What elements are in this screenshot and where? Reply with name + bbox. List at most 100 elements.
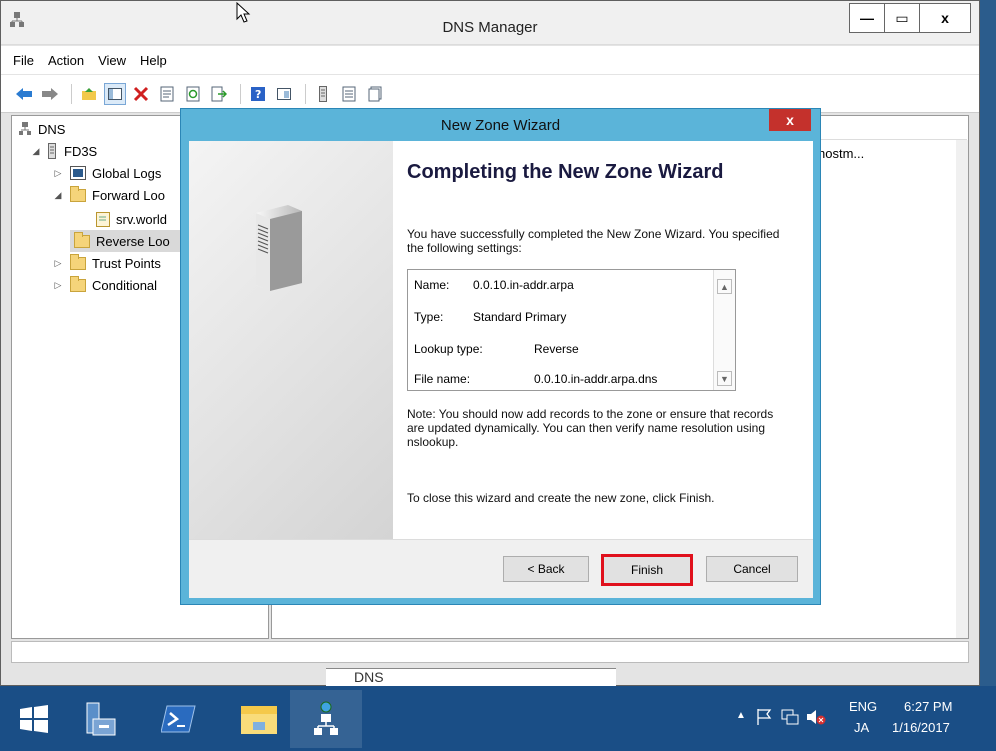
setting-label: File name: <box>414 372 471 386</box>
wizard-side-panel <box>189 141 393 539</box>
tree-item-dns[interactable]: DNS <box>18 118 65 140</box>
setting-value: 0.0.10.in-addr.arpa.dns <box>534 372 658 386</box>
server-icon[interactable] <box>312 83 334 105</box>
language-indicator[interactable]: ENG <box>849 699 877 714</box>
vertical-scrollbar[interactable] <box>956 140 968 638</box>
collapse-arrow-icon[interactable]: ◢ <box>30 146 42 157</box>
server-illustration-icon <box>256 205 302 291</box>
help-icon[interactable]: ? <box>247 83 269 105</box>
status-bar <box>11 641 969 663</box>
background-window-fragment: DNS <box>326 668 616 686</box>
title-bar[interactable]: DNS Manager — ▭ x <box>1 1 979 45</box>
system-tray: ▲ ENG JA 6:27 PM 1/16/2017 <box>726 686 996 751</box>
tree-label: Global Logs <box>92 165 162 181</box>
wizard-close-instruction: To close this wizard and create the new … <box>407 491 715 505</box>
tree-item-forward-lookup[interactable]: ◢ Forward Loo <box>52 184 165 206</box>
file-explorer-icon[interactable] <box>224 690 294 748</box>
settings-row-file-name: File name: 0.0.10.in-addr.arpa.dns <box>414 372 657 388</box>
powershell-icon[interactable] <box>144 690 214 748</box>
minimize-button[interactable]: — <box>849 3 885 33</box>
menu-view[interactable]: View <box>98 53 126 68</box>
folder-icon <box>70 275 86 292</box>
svg-text:?: ? <box>255 88 261 101</box>
wizard-heading: Completing the New Zone Wizard <box>407 161 724 183</box>
settings-row-lookup-type: Lookup type: Reverse <box>414 342 579 358</box>
list-icon[interactable] <box>338 83 360 105</box>
tree-label: DNS <box>38 121 66 137</box>
action-center-flag-icon[interactable] <box>756 708 772 726</box>
dialog-body: Completing the New Zone Wizard You have … <box>189 141 813 598</box>
dns-manager-icon[interactable] <box>290 690 362 748</box>
dialog-close-button[interactable]: x <box>769 109 811 131</box>
details-cell[interactable]: hostm... <box>818 146 864 161</box>
server-manager-icon[interactable] <box>64 690 134 748</box>
dialog-title: New Zone Wizard <box>440 117 561 134</box>
network-icon[interactable] <box>781 708 799 726</box>
tree-item-trust-points[interactable]: ▷ Trust Points <box>52 252 161 274</box>
back-button[interactable]: < Back <box>503 556 589 582</box>
maximize-button[interactable]: ▭ <box>884 3 920 33</box>
expand-arrow-icon[interactable]: ▷ <box>52 168 64 179</box>
column-header[interactable] <box>812 116 967 140</box>
dns-icon <box>19 122 31 135</box>
volume-muted-icon[interactable] <box>806 708 826 726</box>
menu-bar: File Action View Help <box>1 46 979 74</box>
setting-value: Standard Primary <box>473 310 567 324</box>
settings-row-name: Name: 0.0.10.in-addr.arpa <box>414 278 574 294</box>
settings-summary-box[interactable]: Name: 0.0.10.in-addr.arpa Type: Standard… <box>407 269 736 391</box>
expand-arrow-icon[interactable]: ▷ <box>52 280 64 291</box>
tree-item-global-logs[interactable]: ▷ Global Logs <box>52 162 162 184</box>
settings-scrollbar[interactable]: ▲ ▼ <box>713 270 735 390</box>
export-icon[interactable] <box>208 83 230 105</box>
dialog-title-bar[interactable]: New Zone Wizard x <box>181 109 820 141</box>
console-icon[interactable] <box>273 83 295 105</box>
setting-label: Type: <box>414 310 444 324</box>
clock-time[interactable]: 6:27 PM <box>904 699 952 714</box>
tree-item-reverse-lookup[interactable]: Reverse Loo <box>70 230 180 252</box>
toolbar-separator <box>240 83 241 104</box>
expand-arrow-icon[interactable]: ▷ <box>52 258 64 269</box>
cancel-button[interactable]: Cancel <box>706 556 798 582</box>
server-icon <box>48 143 56 159</box>
ime-indicator[interactable]: JA <box>854 720 869 735</box>
close-button[interactable]: x <box>919 3 971 33</box>
fragment-label: DNS <box>354 669 384 685</box>
show-hide-tree-icon[interactable] <box>104 82 126 105</box>
window-title: DNS Manager <box>442 19 538 36</box>
folder-icon <box>74 231 90 248</box>
tree-item-srv-world[interactable]: srv.world <box>96 208 167 230</box>
forward-arrow-icon[interactable] <box>39 83 61 105</box>
start-windows-icon[interactable] <box>4 690 64 748</box>
zone-file-icon <box>96 211 110 227</box>
delete-icon[interactable] <box>130 83 152 105</box>
copy-icon[interactable] <box>364 83 386 105</box>
menu-help[interactable]: Help <box>140 53 167 68</box>
scroll-up-icon[interactable]: ▲ <box>717 279 732 294</box>
folder-up-icon[interactable] <box>78 83 100 105</box>
refresh-icon[interactable] <box>182 83 204 105</box>
mouse-cursor-icon <box>236 2 251 23</box>
taskbar: ▲ ENG JA 6:27 PM 1/16/2017 <box>0 686 996 751</box>
tree-item-server[interactable]: ◢ FD3S <box>30 140 97 162</box>
show-hidden-icons-icon[interactable]: ▲ <box>736 710 746 721</box>
tree-item-conditional[interactable]: ▷ Conditional <box>52 274 157 296</box>
collapse-arrow-icon[interactable]: ◢ <box>52 190 64 201</box>
menu-action[interactable]: Action <box>48 53 84 68</box>
folder-icon <box>70 253 86 270</box>
settings-row-type: Type: Standard Primary <box>414 310 566 326</box>
setting-label: Lookup type: <box>414 342 483 356</box>
wizard-intro-text: You have successfully completed the New … <box>407 227 780 255</box>
tree-label: srv.world <box>116 211 168 227</box>
menu-file[interactable]: File <box>13 53 34 68</box>
back-arrow-icon[interactable] <box>13 83 35 105</box>
wizard-content: Completing the New Zone Wizard You have … <box>393 141 813 539</box>
dialog-button-bar: < Back Finish Cancel <box>189 539 813 598</box>
clock-date[interactable]: 1/16/2017 <box>892 720 950 735</box>
setting-value: 0.0.10.in-addr.arpa <box>473 278 574 292</box>
properties-icon[interactable] <box>156 83 178 105</box>
tree-label: Trust Points <box>92 255 161 271</box>
tree-label: Forward Loo <box>92 187 165 203</box>
setting-value: Reverse <box>534 342 579 356</box>
scroll-down-icon[interactable]: ▼ <box>717 371 732 386</box>
finish-button[interactable]: Finish <box>601 554 693 586</box>
